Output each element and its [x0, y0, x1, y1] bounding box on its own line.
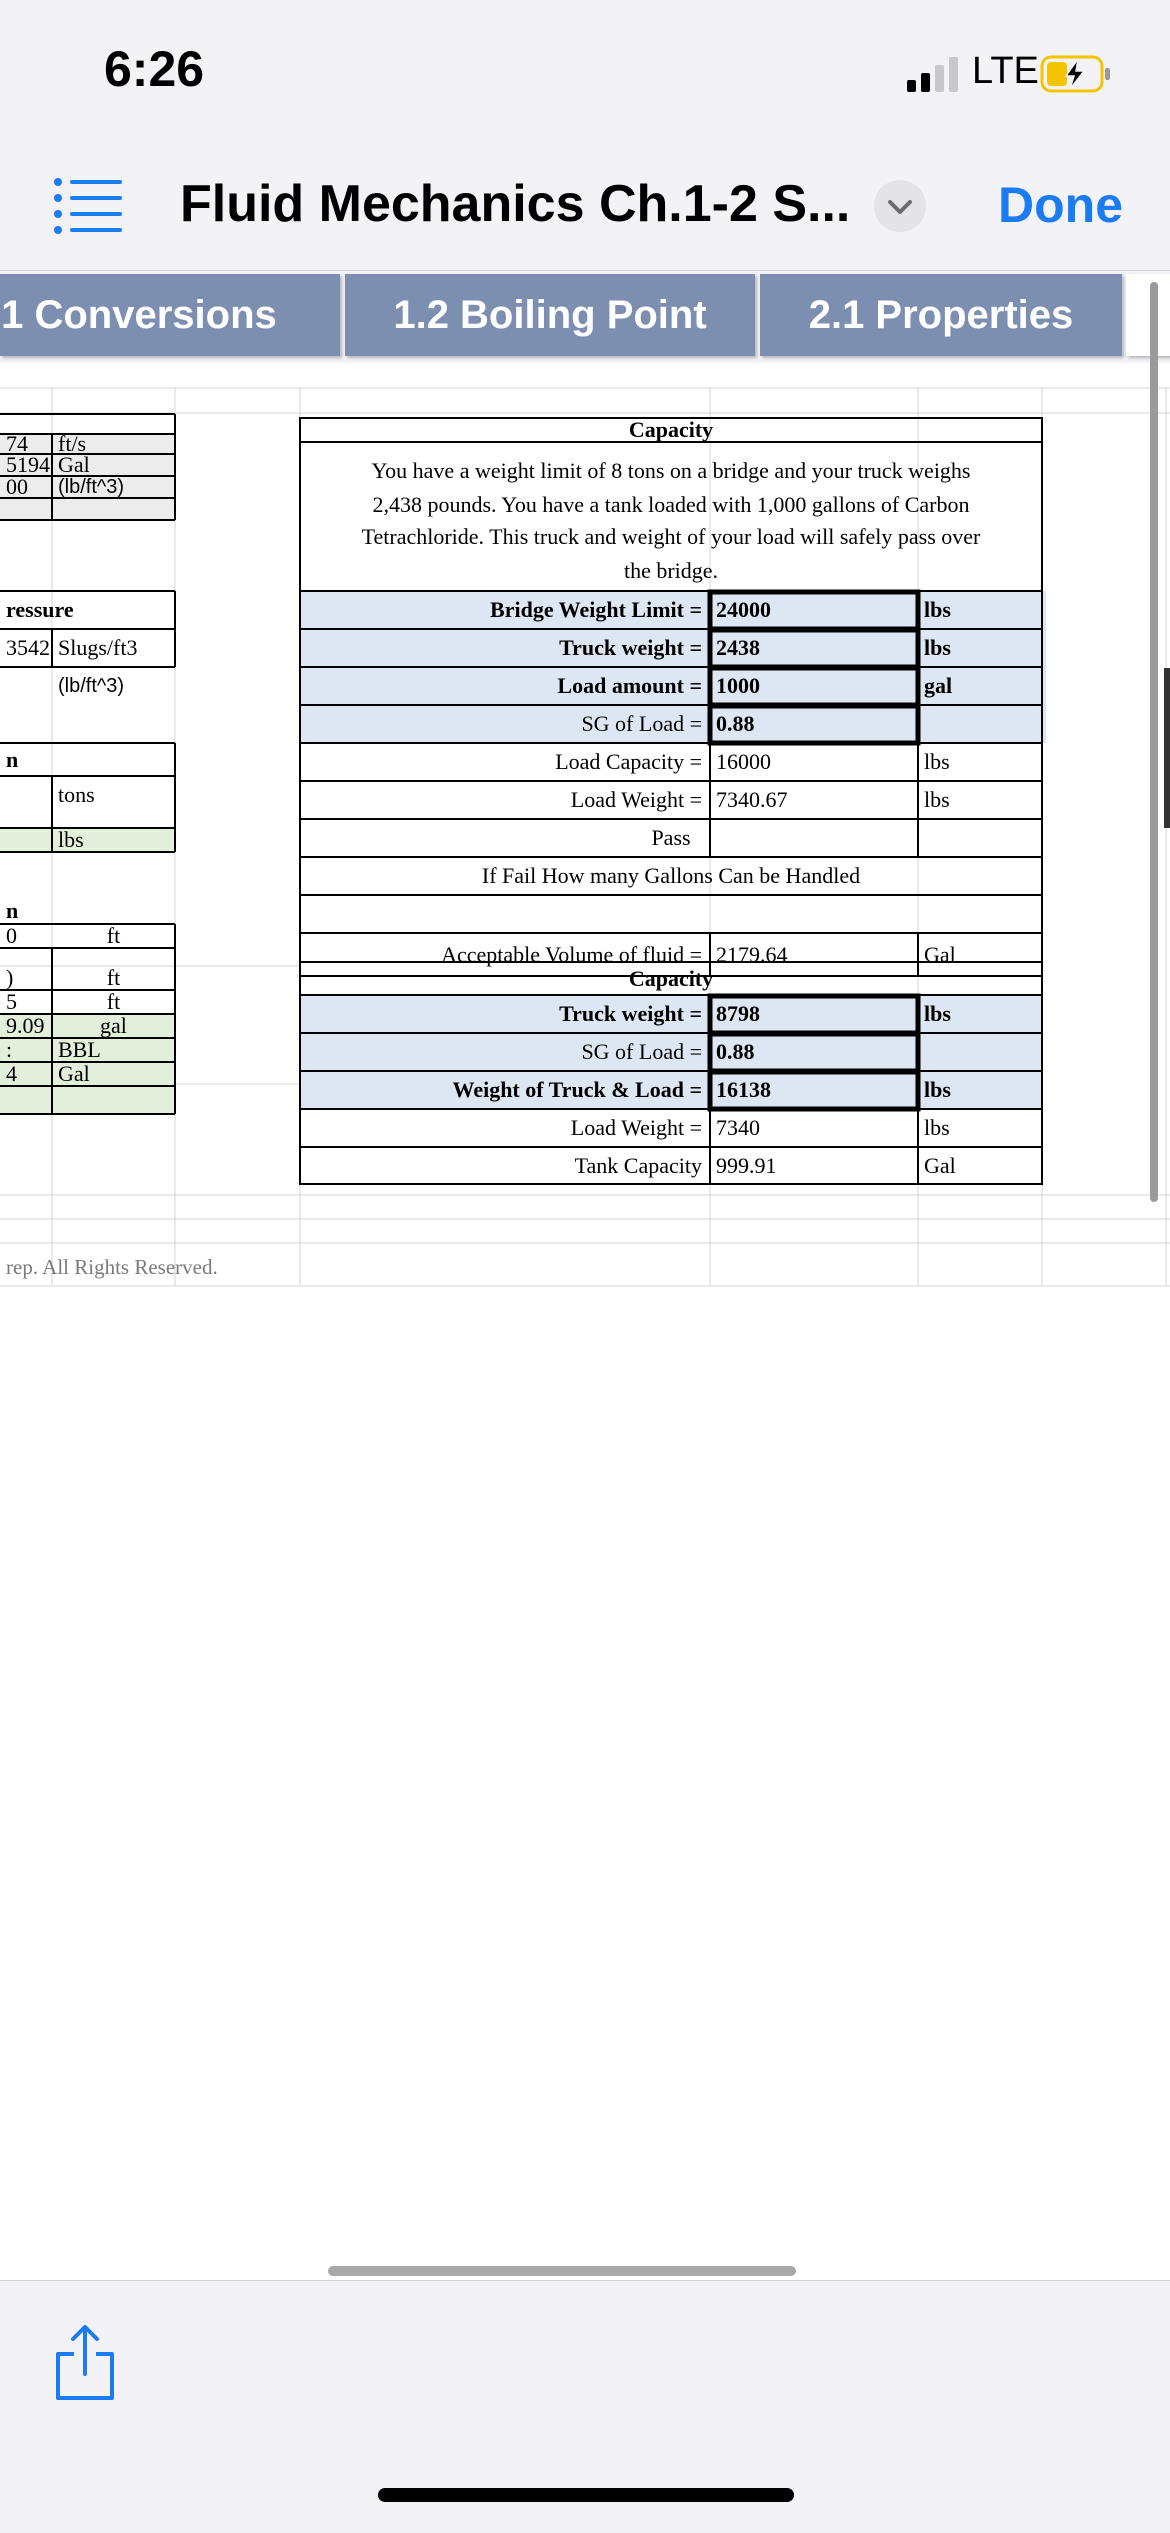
load-amount-label[interactable]: Load amount =	[300, 667, 710, 705]
tank-capacity-label[interactable]: Tank Capacity	[300, 1147, 710, 1184]
tank-capacity-unit[interactable]: Gal	[918, 1147, 1042, 1184]
left-cell[interactable]: Slugs/ft3	[52, 629, 175, 667]
home-indicator	[378, 2488, 794, 2502]
load-weight-unit[interactable]: lbs	[918, 1109, 1042, 1147]
tab-label: .1 Conversions	[0, 292, 277, 337]
left-cell[interactable]: :	[0, 1038, 52, 1062]
left-cell[interactable]: gal	[52, 1014, 175, 1038]
left-cell[interactable]: (lb/ft^3)	[52, 667, 175, 705]
load-amount-value[interactable]: 1000	[710, 667, 918, 705]
pass-fail-result[interactable]: Pass	[300, 819, 1042, 857]
tab-boiling-point[interactable]: 1.2 Boiling Point	[345, 274, 755, 356]
load-weight-label[interactable]: Load Weight =	[300, 1109, 710, 1147]
left-cell[interactable]: Gal	[52, 1062, 175, 1086]
tab-next[interactable]	[1126, 274, 1170, 356]
load-weight-label[interactable]: Load Weight =	[300, 781, 710, 819]
tank-capacity-value[interactable]: 999.91	[710, 1147, 918, 1184]
load-weight-value[interactable]: 7340	[710, 1109, 918, 1147]
left-cell[interactable]: 5194	[0, 454, 52, 476]
left-cell[interactable]: 9.09	[0, 1014, 52, 1038]
tab-properties[interactable]: 2.1 Properties	[760, 274, 1122, 356]
truck-weight-value[interactable]: 8798	[710, 995, 918, 1033]
problem-text-line: You have a weight limit of 8 tons on a b…	[371, 458, 971, 483]
status-time: 6:26	[104, 41, 205, 97]
left-cell[interactable]: ft/s	[52, 433, 175, 455]
sg-label[interactable]: SG of Load =	[300, 1033, 710, 1071]
left-cell[interactable]: ft	[52, 990, 175, 1014]
cellular-signal-icon	[907, 57, 958, 92]
sg-value[interactable]: 0.88	[710, 705, 918, 743]
done-button[interactable]: Done	[998, 176, 1123, 234]
chevron-down-icon[interactable]	[874, 180, 926, 232]
left-cell[interactable]: ft	[52, 966, 175, 990]
weight-total-value[interactable]: 16138	[710, 1071, 918, 1109]
load-capacity-unit[interactable]: lbs	[918, 743, 1042, 781]
share-icon[interactable]	[52, 2324, 118, 2402]
left-cell[interactable]: lbs	[52, 828, 175, 852]
weight-total-unit[interactable]: lbs	[918, 1071, 1042, 1109]
left-cell[interactable]: n	[0, 897, 175, 924]
problem-text-line: Tetrachloride. This truck and weight of …	[361, 524, 981, 549]
load-capacity-value[interactable]: 16000	[710, 743, 918, 781]
fail-note[interactable]: If Fail How many Gallons Can be Handled	[300, 857, 1042, 895]
left-cell[interactable]: BBL	[52, 1038, 175, 1062]
weight-total-label[interactable]: Weight of Truck & Load =	[300, 1071, 710, 1109]
list-icon[interactable]	[52, 176, 124, 236]
problem-text-line: 2,438 pounds. You have a tank loaded wit…	[372, 492, 970, 517]
truck-weight-unit[interactable]: lbs	[918, 629, 1042, 667]
left-cell[interactable]: ressure	[0, 591, 175, 629]
bridge-limit-unit[interactable]: lbs	[918, 591, 1042, 629]
capacity-header[interactable]: Capacity	[300, 962, 1042, 995]
left-cell[interactable]: )	[0, 966, 52, 990]
left-cell[interactable]: ft	[52, 924, 175, 948]
problem-text-line: the bridge.	[623, 558, 719, 583]
battery-charging-icon	[1040, 55, 1110, 93]
left-cell[interactable]: 3542	[0, 629, 52, 667]
tab-conversions[interactable]: .1 Conversions	[0, 274, 340, 356]
load-amount-unit[interactable]: gal	[918, 667, 1042, 705]
load-capacity-label[interactable]: Load Capacity =	[300, 743, 710, 781]
truck-weight-value[interactable]: 2438	[710, 629, 918, 667]
left-cell[interactable]: 0	[0, 924, 52, 948]
sg-value[interactable]: 0.88	[710, 1033, 918, 1071]
truck-weight-unit[interactable]: lbs	[918, 995, 1042, 1033]
left-cell[interactable]: 74	[0, 433, 52, 455]
network-type: LTE	[972, 50, 1039, 92]
scroll-marker	[1164, 668, 1170, 828]
left-cell[interactable]: 00	[0, 476, 52, 498]
bridge-limit-value[interactable]: 24000	[710, 591, 918, 629]
left-cell[interactable]: Gal	[52, 454, 175, 476]
left-cell[interactable]: 5	[0, 990, 52, 1014]
left-cell[interactable]: n	[0, 743, 175, 776]
vertical-scrollbar[interactable]	[1150, 282, 1158, 1202]
capacity-header[interactable]: Capacity	[300, 418, 1042, 442]
horizontal-scrollbar[interactable]	[328, 2266, 796, 2276]
left-cell[interactable]: 4	[0, 1062, 52, 1086]
truck-weight-label[interactable]: Truck weight =	[300, 629, 710, 667]
left-cell[interactable]: (lb/ft^3)	[52, 476, 175, 498]
truck-weight-label[interactable]: Truck weight =	[300, 995, 710, 1033]
load-weight-value[interactable]: 7340.67	[710, 781, 918, 819]
document-title[interactable]: Fluid Mechanics Ch.1-2 S...	[180, 174, 850, 234]
left-cell[interactable]: tons	[52, 784, 175, 806]
bridge-limit-label[interactable]: Bridge Weight Limit =	[300, 591, 710, 629]
sg-label[interactable]: SG of Load =	[300, 705, 710, 743]
load-weight-unit[interactable]: lbs	[918, 781, 1042, 819]
copyright-text: rep. All Rights Reserved.	[6, 1254, 218, 1279]
